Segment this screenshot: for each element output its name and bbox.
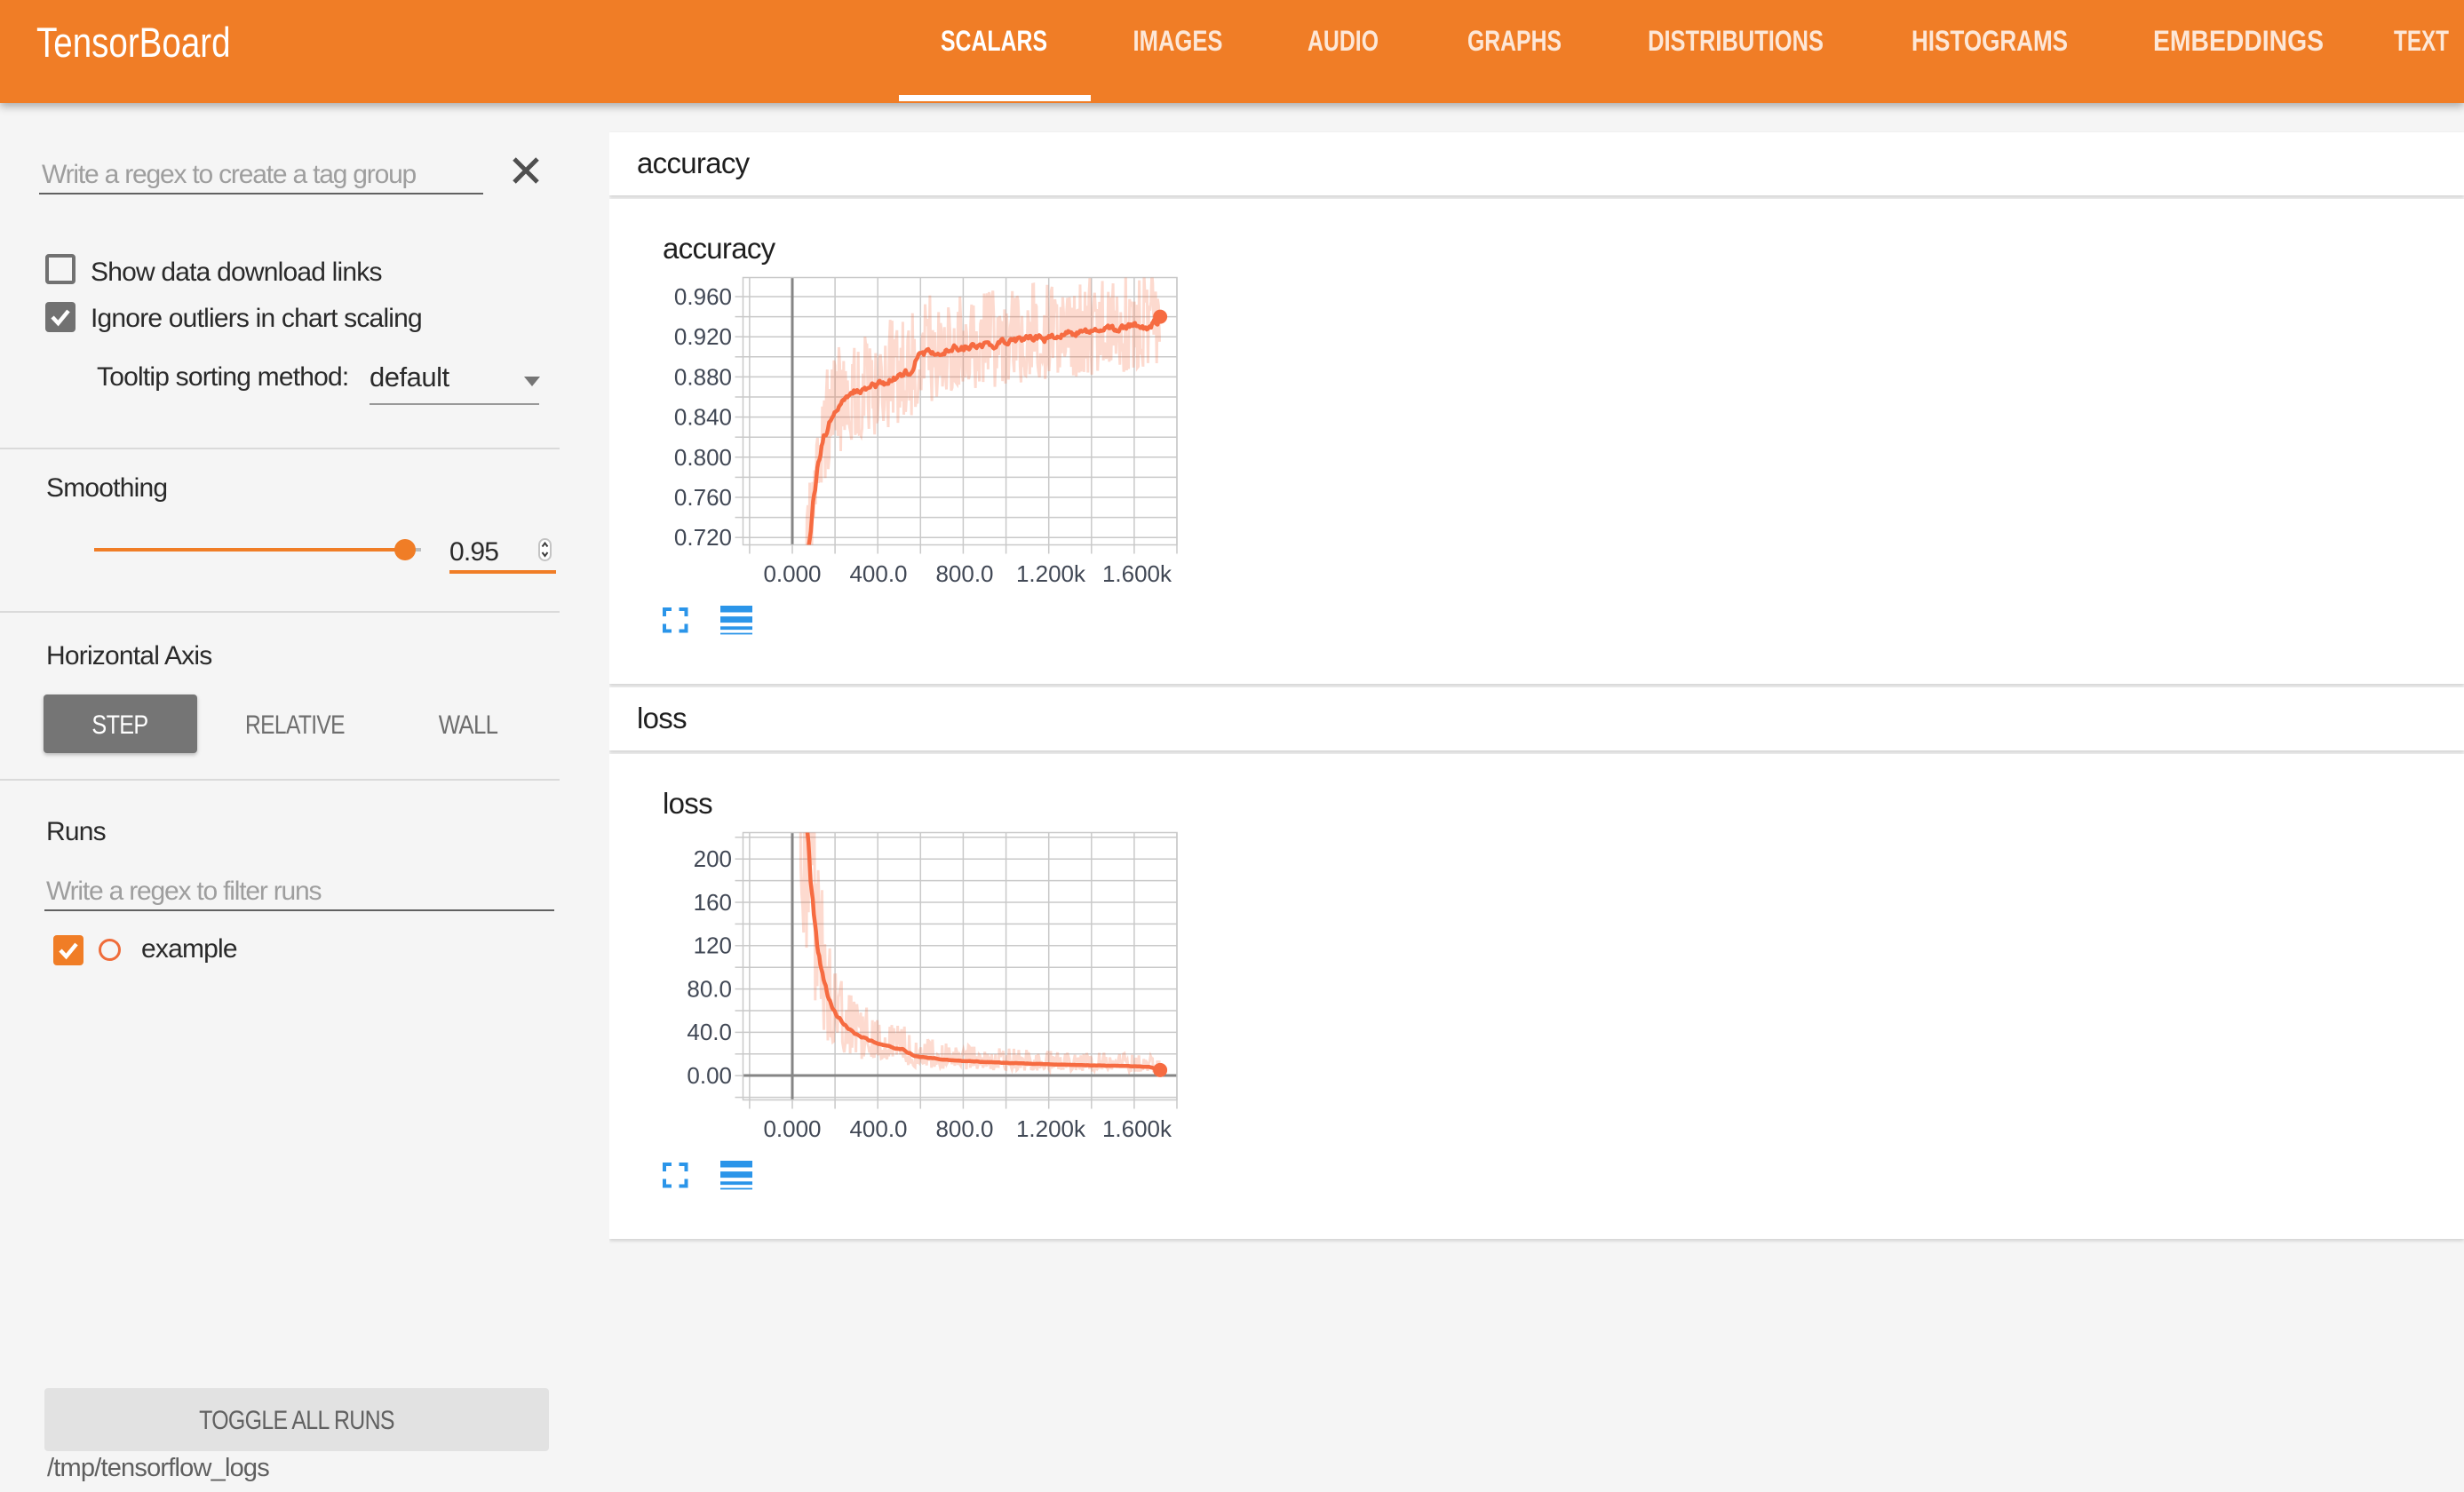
svg-text:40.0: 40.0 [687, 1019, 732, 1045]
svg-text:accuracy: accuracy [663, 232, 776, 265]
svg-text:0.720: 0.720 [674, 524, 732, 551]
svg-text:1.200k: 1.200k [1016, 1115, 1086, 1142]
svg-text:120: 120 [694, 932, 732, 959]
svg-text:0.000: 0.000 [763, 1115, 821, 1142]
svg-text:800.0: 800.0 [935, 560, 993, 587]
svg-text:400.0: 400.0 [849, 560, 907, 587]
svg-text:0.880: 0.880 [674, 363, 732, 390]
svg-text:1.600k: 1.600k [1102, 560, 1172, 587]
svg-text:0.000: 0.000 [763, 560, 821, 587]
svg-text:0.840: 0.840 [674, 404, 732, 431]
svg-text:loss: loss [663, 787, 712, 820]
svg-text:0.00: 0.00 [687, 1062, 732, 1089]
svg-text:0.960: 0.960 [674, 283, 732, 310]
svg-text:200: 200 [694, 845, 732, 872]
svg-text:1.200k: 1.200k [1016, 560, 1086, 587]
svg-text:400.0: 400.0 [849, 1115, 907, 1142]
svg-text:800.0: 800.0 [935, 1115, 993, 1142]
svg-text:160: 160 [694, 889, 732, 916]
svg-text:1.600k: 1.600k [1102, 1115, 1172, 1142]
svg-text:0.800: 0.800 [674, 444, 732, 471]
svg-text:80.0: 80.0 [687, 975, 732, 1002]
svg-text:0.760: 0.760 [674, 484, 732, 511]
svg-text:0.920: 0.920 [674, 323, 732, 350]
